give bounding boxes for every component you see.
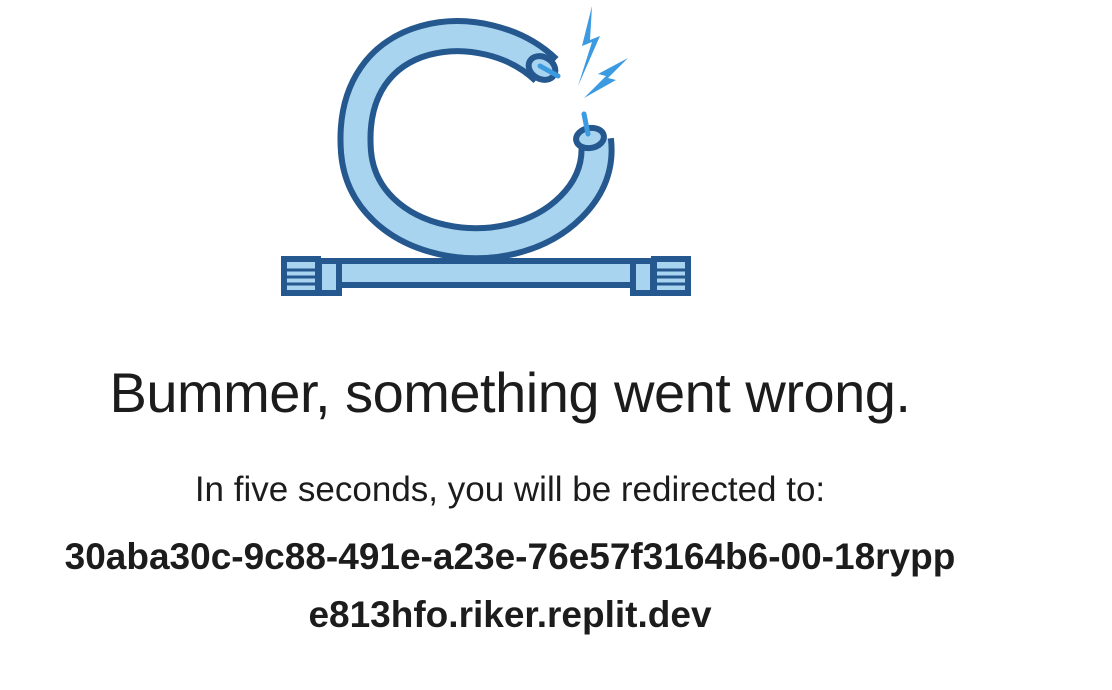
redirect-target-url: 30aba30c-9c88-491e-a23e-76e57f3164b6-00-… <box>64 536 956 635</box>
lightning-bolt-icon <box>578 6 600 86</box>
broken-cable-icon <box>281 6 691 296</box>
redirect-message: In five seconds, you will be redirected … <box>194 470 826 509</box>
error-heading: Bummer, something went wrong. <box>109 361 911 424</box>
broken-cable-illustration <box>276 2 696 302</box>
